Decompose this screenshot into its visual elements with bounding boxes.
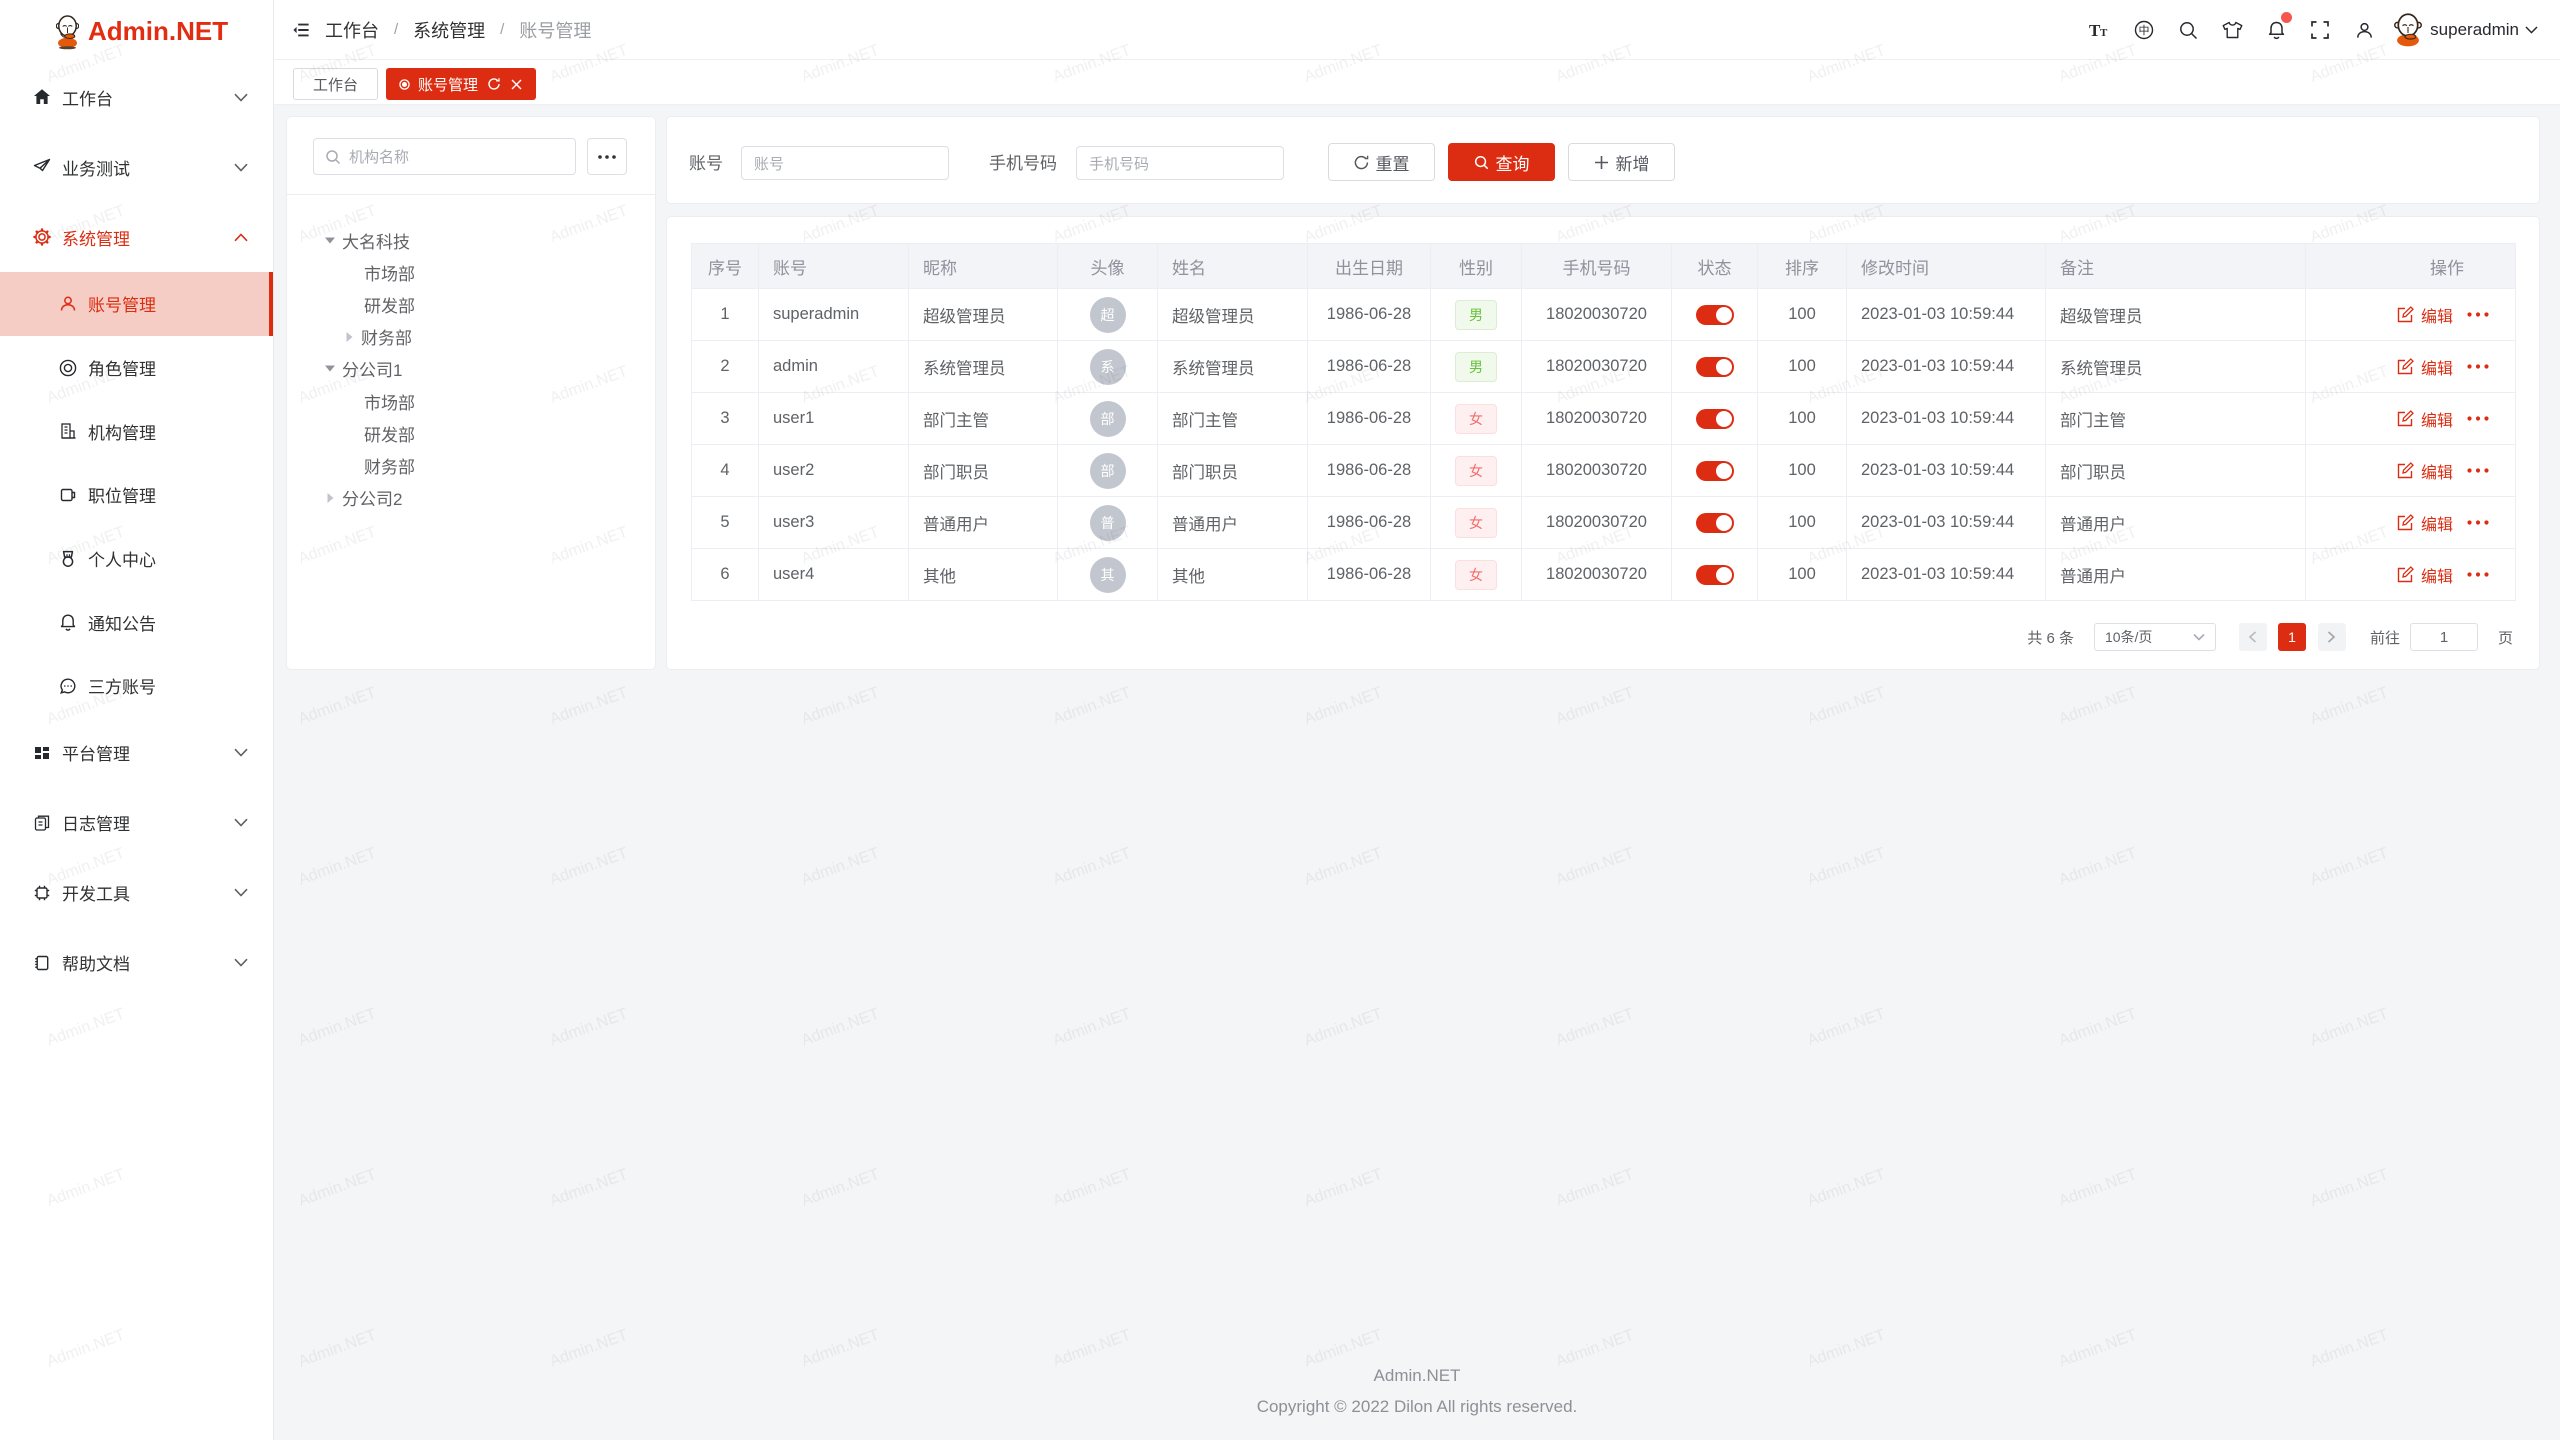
svg-text:中: 中 bbox=[2139, 24, 2150, 37]
svg-text:T: T bbox=[2100, 27, 2108, 39]
